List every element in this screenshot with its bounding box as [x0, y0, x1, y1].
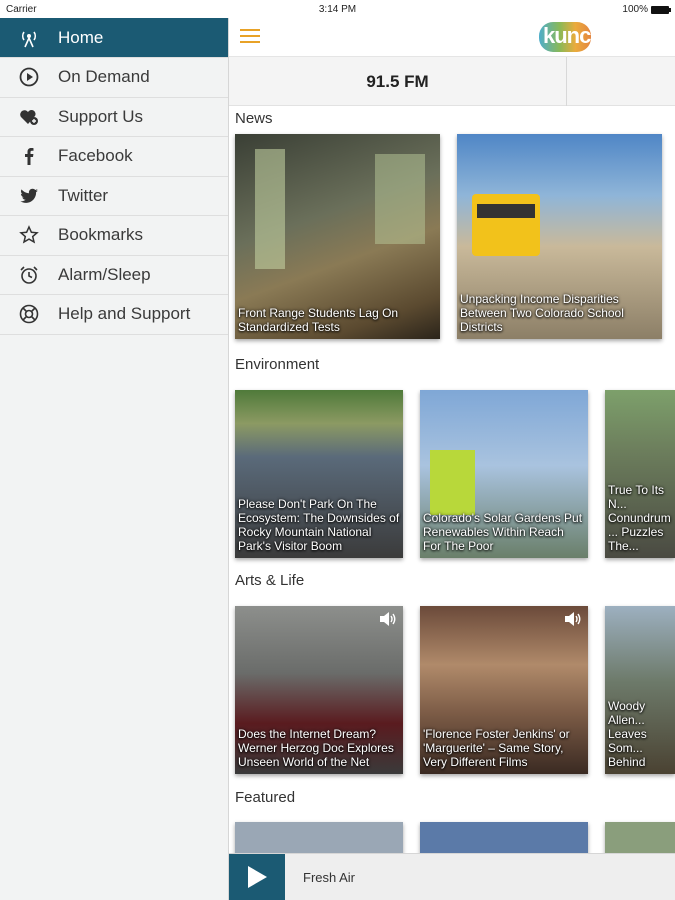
section-title-featured: Featured [235, 789, 296, 806]
sidebar-item-label: Facebook [58, 146, 133, 166]
section-title-environment: Environment [235, 356, 320, 373]
news-card[interactable]: Unpacking Income Disparities Between Two… [457, 134, 662, 339]
facebook-icon [0, 146, 58, 166]
news-row: Front Range Students Lag On Standardized… [229, 132, 675, 352]
mini-player: Fresh Air [229, 853, 675, 900]
sidebar-item-help-support[interactable]: Help and Support [0, 295, 228, 335]
sidebar-item-label: Bookmarks [58, 225, 144, 245]
card-caption: Colorado's Solar Gardens Put Renewables … [423, 511, 583, 553]
card-caption: Unpacking Income Disparities Between Two… [460, 292, 624, 334]
environment-card[interactable]: True To Its N... Conundrum ... Puzzles T… [605, 390, 675, 558]
sidebar-item-facebook[interactable]: Facebook [0, 137, 228, 177]
speaker-icon [565, 612, 581, 626]
sidebar-item-label: Help and Support [58, 304, 191, 324]
card-caption: Front Range Students Lag On Standardized… [238, 306, 399, 334]
station-tab[interactable]: 91.5 FM [229, 57, 567, 106]
top-bar: kunc [229, 18, 675, 57]
environment-card[interactable]: Please Don't Park On The Ecosystem: The … [235, 390, 403, 558]
card-caption: True To Its N... Conundrum ... Puzzles T… [608, 483, 671, 553]
sidebar-item-label: Twitter [58, 185, 109, 205]
arts-card[interactable]: 'Florence Foster Jenkins' or 'Marguerite… [420, 606, 588, 774]
environment-row: Please Don't Park On The Ecosystem: The … [229, 390, 675, 570]
card-caption: Does the Internet Dream? Werner Herzog D… [238, 727, 394, 769]
battery-indicator: 100% [622, 4, 671, 15]
arts-card[interactable]: Woody Allen... Leaves Som... Behind [605, 606, 675, 774]
now-playing-label: Fresh Air [303, 869, 356, 885]
news-card[interactable]: Front Range Students Lag On Standardized… [235, 134, 440, 339]
kunc-logo: kunc [537, 20, 596, 52]
environment-card[interactable]: Colorado's Solar Gardens Put Renewables … [420, 390, 588, 558]
status-bar: Carrier 3:14 PM 100% [0, 0, 675, 20]
sidebar-item-label: On Demand [58, 67, 150, 87]
sidebar: Home On Demand Support Us Facebook Twitt… [0, 18, 229, 900]
sidebar-item-bookmarks[interactable]: Bookmarks [0, 216, 228, 256]
star-icon [0, 225, 58, 245]
sidebar-item-alarm-sleep[interactable]: Alarm/Sleep [0, 256, 228, 295]
play-button[interactable] [229, 853, 285, 900]
battery-icon [651, 5, 671, 14]
help-lifebuoy-icon [0, 304, 58, 324]
card-caption: 'Florence Foster Jenkins' or 'Marguerite… [423, 727, 570, 769]
sidebar-item-twitter[interactable]: Twitter [0, 177, 228, 216]
sidebar-item-label: Home [58, 27, 104, 47]
app-root: Carrier 3:14 PM 100% Home On Demand Supp… [0, 0, 675, 900]
card-caption: Woody Allen... Leaves Som... Behind [608, 699, 647, 769]
radio-tower-icon [0, 28, 58, 48]
heart-plus-icon [0, 107, 58, 127]
arts-row: Does the Internet Dream? Werner Herzog D… [229, 606, 675, 787]
play-icon [248, 866, 267, 888]
play-circle-icon [0, 67, 58, 87]
alarm-clock-icon [0, 265, 58, 285]
card-caption: Please Don't Park On The Ecosystem: The … [238, 497, 400, 553]
hamburger-icon[interactable] [240, 29, 260, 45]
arts-card[interactable]: Does the Internet Dream? Werner Herzog D… [235, 606, 403, 774]
main-content: kunc 91.5 FM News Front Range Students L… [229, 18, 675, 900]
sidebar-item-on-demand[interactable]: On Demand [0, 58, 228, 98]
sidebar-item-label: Alarm/Sleep [58, 264, 151, 284]
twitter-icon [0, 186, 58, 206]
sidebar-item-support-us[interactable]: Support Us [0, 98, 228, 137]
status-time: 3:14 PM [318, 4, 357, 15]
sidebar-item-label: Support Us [58, 106, 144, 126]
speaker-icon [380, 612, 396, 626]
battery-percent: 100% [622, 4, 648, 15]
section-title-news: News [235, 110, 273, 127]
station-tabs: 91.5 FM [229, 57, 675, 106]
section-title-arts: Arts & Life [235, 572, 305, 589]
sidebar-item-home[interactable]: Home [0, 18, 228, 58]
